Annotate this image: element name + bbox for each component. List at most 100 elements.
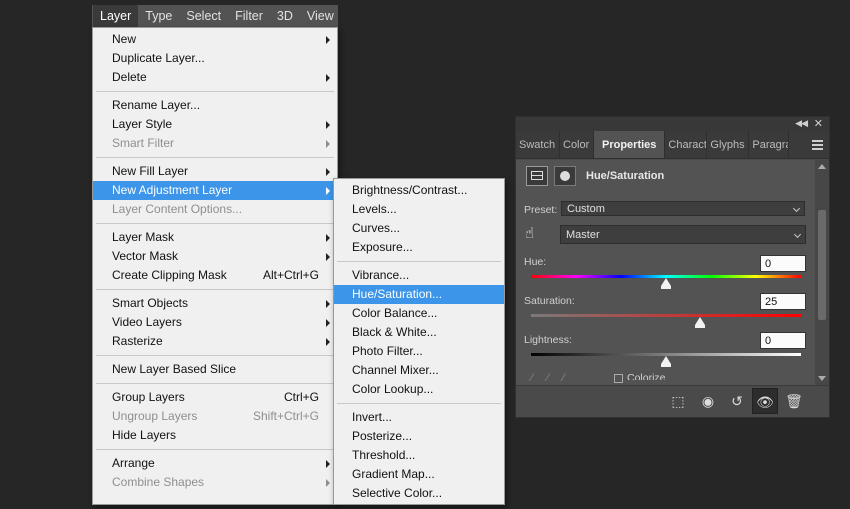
- visibility-eye-icon[interactable]: 👁: [752, 388, 778, 414]
- menu-item-video-layers[interactable]: Video Layers: [93, 313, 337, 332]
- saturation-slider-handle[interactable]: [694, 317, 705, 328]
- tab-paragraph[interactable]: Paragra: [749, 131, 790, 158]
- menu-item-label: Smart Filter: [112, 136, 175, 150]
- submenu-arrow-icon: [326, 253, 330, 261]
- submenu-item-color-lookup[interactable]: Color Lookup...: [334, 380, 504, 399]
- submenu-arrow-icon: [326, 479, 330, 487]
- submenu-item-exposure[interactable]: Exposure...: [334, 238, 504, 257]
- tab-color[interactable]: Color: [560, 131, 594, 158]
- menu-item-vector-mask[interactable]: Vector Mask: [93, 247, 337, 266]
- tab-properties[interactable]: Properties: [594, 131, 666, 158]
- menu-item-new-fill-layer[interactable]: New Fill Layer: [93, 162, 337, 181]
- submenu-item-curves[interactable]: Curves...: [334, 219, 504, 238]
- scroll-up-icon[interactable]: [818, 164, 826, 169]
- menu-item-shortcut: Shift+Ctrl+G: [252, 409, 319, 423]
- menu-item-shortcut: Alt+Ctrl+G: [262, 268, 319, 282]
- menubar-layer[interactable]: Layer: [93, 5, 139, 27]
- menu-item-label: Layer Mask: [112, 230, 175, 244]
- collapse-icon[interactable]: ◀◀: [795, 118, 808, 129]
- submenu-item-levels[interactable]: Levels...: [334, 200, 504, 219]
- panel-menu-icon[interactable]: [812, 140, 823, 152]
- menu-item-create-clipping-mask[interactable]: Create Clipping Mask Alt+Ctrl+G: [93, 266, 337, 285]
- menu-item-label: New Adjustment Layer: [112, 183, 233, 197]
- scroll-thumb[interactable]: [818, 210, 826, 320]
- menu-item-label: Posterize...: [352, 429, 413, 443]
- menu-item-layer-style[interactable]: Layer Style: [93, 115, 337, 134]
- submenu-item-photo-filter[interactable]: Photo Filter...: [334, 342, 504, 361]
- submenu-item-brightness-contrast[interactable]: Brightness/Contrast...: [334, 181, 504, 200]
- panel-tabs: Swatch Color Properties Characte Glyphs …: [516, 131, 829, 159]
- menu-item-label: Combine Shapes: [112, 475, 205, 489]
- clip-to-layer-icon[interactable]: ⬚: [668, 392, 688, 410]
- submenu-arrow-icon: [326, 234, 330, 242]
- menu-item-label: Delete: [112, 70, 147, 84]
- adjustment-layer-submenu: Brightness/Contrast... Levels... Curves...…: [333, 178, 505, 505]
- menubar-select[interactable]: Select: [179, 5, 228, 27]
- menu-item-label: Gradient Map...: [352, 467, 435, 481]
- menu-separator: [96, 289, 334, 290]
- lightness-label: Lightness:: [524, 334, 572, 346]
- tab-character[interactable]: Characte: [665, 131, 708, 158]
- submenu-item-hue-saturation[interactable]: Hue/Saturation...: [334, 285, 504, 304]
- submenu-arrow-icon: [326, 460, 330, 468]
- lightness-input[interactable]: 0: [760, 332, 806, 349]
- eyedropper-icons[interactable]: ⁄⁄⁄: [531, 372, 579, 384]
- submenu-item-color-balance[interactable]: Color Balance...: [334, 304, 504, 323]
- menu-item-new-layer-based-slice[interactable]: New Layer Based Slice: [93, 360, 337, 379]
- menu-item-layer-mask[interactable]: Layer Mask: [93, 228, 337, 247]
- submenu-item-gradient-map[interactable]: Gradient Map...: [334, 465, 504, 484]
- menu-item-delete[interactable]: Delete: [93, 68, 337, 87]
- tab-swatches[interactable]: Swatch: [516, 131, 560, 158]
- menubar-3d[interactable]: 3D: [270, 5, 300, 27]
- menubar-type[interactable]: Type: [138, 5, 179, 27]
- submenu-item-posterize[interactable]: Posterize...: [334, 427, 504, 446]
- menu-item-new-adjustment-layer[interactable]: New Adjustment Layer: [93, 181, 337, 200]
- menu-item-label: New Fill Layer: [112, 164, 189, 178]
- menu-item-label: Arrange: [112, 456, 155, 470]
- submenu-item-threshold[interactable]: Threshold...: [334, 446, 504, 465]
- menu-item-group-layers[interactable]: Group Layers Ctrl+G: [93, 388, 337, 407]
- lightness-slider-handle[interactable]: [661, 356, 671, 367]
- menu-item-label: New: [112, 32, 137, 46]
- submenu-item-channel-mixer[interactable]: Channel Mixer...: [334, 361, 504, 380]
- menu-item-duplicate-layer[interactable]: Duplicate Layer...: [93, 49, 337, 68]
- preset-label: Preset:: [524, 204, 558, 216]
- saturation-input[interactable]: 25: [760, 293, 806, 310]
- menu-item-arrange[interactable]: Arrange: [93, 454, 337, 473]
- menu-item-new[interactable]: New: [93, 30, 337, 49]
- properties-panel: ◀◀ ✕ Swatch Color Properties Characte Gl…: [515, 116, 830, 418]
- hue-input[interactable]: 0: [760, 255, 806, 272]
- saturation-track: [531, 314, 801, 317]
- menu-item-smart-objects[interactable]: Smart Objects: [93, 294, 337, 313]
- view-previous-state-icon[interactable]: ◉: [698, 392, 718, 410]
- mask-icon[interactable]: [554, 166, 576, 186]
- scroll-down-icon[interactable]: [818, 376, 826, 381]
- menu-item-label: New Layer Based Slice: [112, 362, 237, 376]
- menubar-filter[interactable]: Filter: [228, 5, 270, 27]
- colorize-checkbox[interactable]: [614, 374, 623, 383]
- menubar-view[interactable]: View: [300, 5, 338, 27]
- preset-select[interactable]: Custom: [561, 201, 805, 216]
- submenu-item-black-white[interactable]: Black & White...: [334, 323, 504, 342]
- submenu-item-selective-color[interactable]: Selective Color...: [334, 484, 504, 503]
- menu-item-rename-layer[interactable]: Rename Layer...: [93, 96, 337, 115]
- submenu-item-vibrance[interactable]: Vibrance...: [334, 266, 504, 285]
- channel-select[interactable]: Master: [560, 225, 806, 244]
- menu-separator: [96, 449, 334, 450]
- properties-scrollbar[interactable]: [815, 160, 829, 385]
- submenu-item-invert[interactable]: Invert...: [334, 408, 504, 427]
- delete-trash-icon[interactable]: 🗑: [784, 392, 804, 410]
- properties-footer: ⬚ ◉ ↺ 👁 🗑: [516, 385, 829, 417]
- reset-icon[interactable]: ↺: [727, 392, 747, 410]
- menu-item-rasterize[interactable]: Rasterize: [93, 332, 337, 351]
- hue-label: Hue:: [524, 256, 547, 268]
- tab-glyphs[interactable]: Glyphs: [707, 131, 750, 158]
- menu-item-label: Invert...: [352, 410, 393, 424]
- hue-slider-handle[interactable]: [661, 278, 671, 289]
- targeted-adjustment-icon[interactable]: ☝: [525, 225, 547, 243]
- saturation-label: Saturation:: [524, 295, 575, 307]
- adjustment-icon[interactable]: [526, 166, 548, 186]
- menu-bar: Layer Type Select Filter 3D View: [92, 5, 338, 27]
- close-icon[interactable]: ✕: [814, 117, 823, 130]
- menu-item-hide-layers[interactable]: Hide Layers: [93, 426, 337, 445]
